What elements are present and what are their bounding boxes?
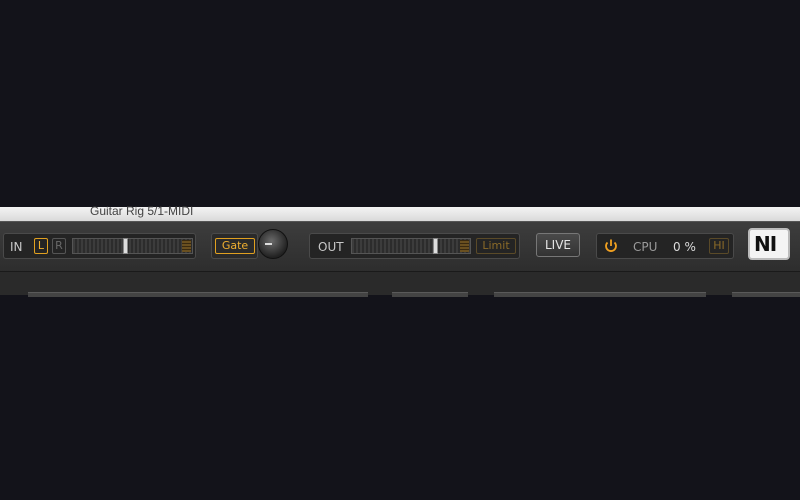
input-level-meter[interactable] <box>72 238 193 254</box>
input-right-channel-button[interactable]: R <box>52 238 66 254</box>
output-level-meter[interactable] <box>351 238 471 254</box>
limit-button[interactable]: Limit <box>476 238 516 254</box>
rack-header-strip <box>0 271 800 297</box>
panel-edge <box>494 292 706 297</box>
window-title-bar: Guitar Rig 5/1-MIDI <box>0 204 800 221</box>
hi-quality-button[interactable]: HI <box>709 238 729 254</box>
knob-indicator <box>265 243 272 245</box>
window-title: Guitar Rig 5/1-MIDI <box>90 204 194 218</box>
cpu-value: 0 % <box>673 240 696 254</box>
gate-group: Gate <box>211 233 258 259</box>
gate-threshold-knob[interactable] <box>258 229 288 259</box>
panel-edge <box>28 292 368 297</box>
input-label: IN <box>10 240 23 254</box>
panel-edge <box>392 292 468 297</box>
cpu-label: CPU <box>633 240 658 254</box>
input-level-fader[interactable] <box>123 238 128 254</box>
panel-edge <box>732 292 800 297</box>
output-level-fader[interactable] <box>433 238 438 254</box>
input-clip-indicator <box>182 240 191 252</box>
cpu-group: CPU 0 % HI <box>596 233 734 259</box>
output-label: OUT <box>318 240 344 254</box>
power-icon[interactable] <box>602 237 620 255</box>
ni-logo-text: NI <box>754 232 777 256</box>
input-left-channel-button[interactable]: L <box>34 238 48 254</box>
output-clip-indicator <box>460 240 469 252</box>
ni-logo[interactable]: NI <box>748 228 790 260</box>
gate-toggle-button[interactable]: Gate <box>215 238 255 254</box>
output-group: OUT Limit <box>309 233 520 259</box>
input-group: IN L R <box>3 233 196 259</box>
live-button[interactable]: LIVE <box>536 233 580 257</box>
